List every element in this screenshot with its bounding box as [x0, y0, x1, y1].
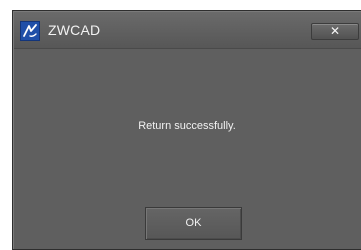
window-title: ZWCAD	[48, 22, 101, 38]
message-dialog: ZWCAD ✕ Return successfully. OK	[12, 10, 361, 250]
message-text: Return successfully.	[138, 120, 236, 132]
close-icon: ✕	[329, 24, 341, 38]
zwcad-logo-icon	[20, 21, 40, 41]
close-button[interactable]: ✕	[311, 23, 359, 40]
ok-button[interactable]: OK	[145, 207, 242, 240]
title-bar[interactable]: ZWCAD ✕	[14, 12, 361, 49]
